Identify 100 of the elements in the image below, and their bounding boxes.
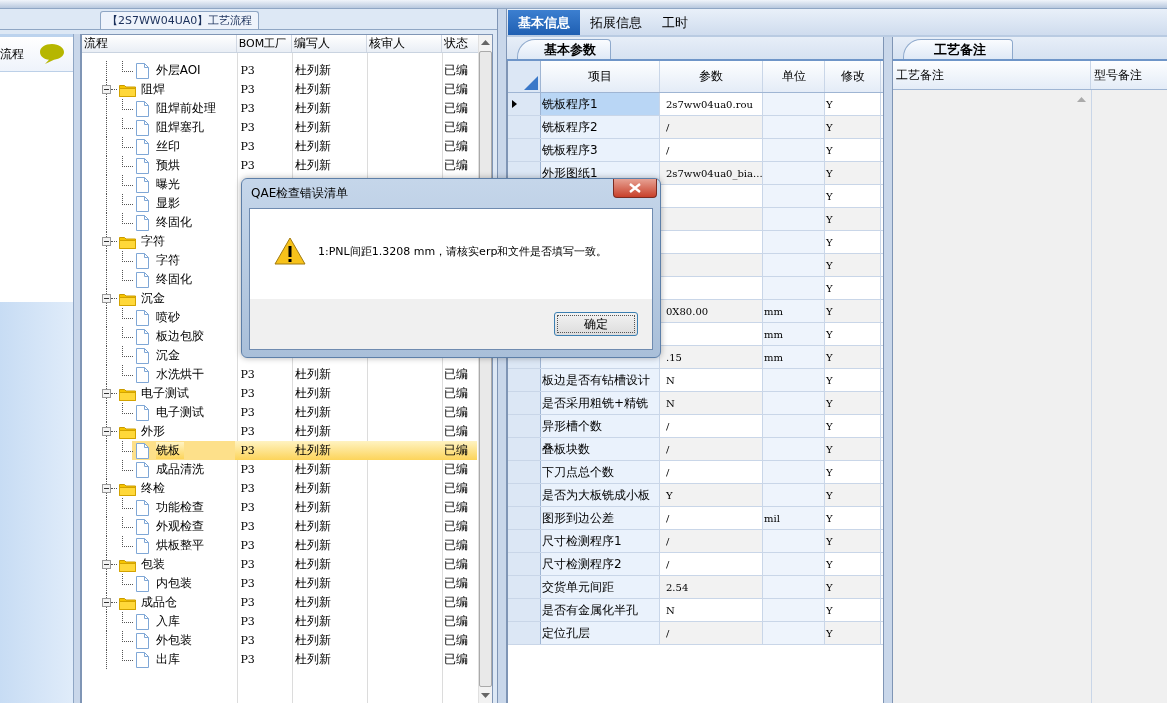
table-cell: 杜列新: [295, 633, 332, 647]
table-cell: Y: [825, 300, 881, 322]
table-cell: P3: [240, 463, 255, 476]
table-cell: 杜列新: [295, 462, 332, 476]
table-cell: Y: [825, 622, 881, 644]
table-cell: 已编: [443, 443, 468, 457]
table-cell: 图形到边公差: [541, 507, 660, 529]
table-cell: 杜列新: [295, 538, 332, 552]
table-cell: P3: [240, 425, 255, 438]
table-cell: Y: [825, 415, 881, 437]
table-cell: Y: [825, 277, 881, 299]
table-cell: Y: [825, 530, 881, 552]
table-cell: P3: [240, 406, 255, 419]
table-cell: 已编: [443, 652, 468, 666]
table-cell: 已编: [443, 538, 468, 552]
table-cell: P3: [240, 558, 255, 571]
table-cell: 杜列新: [295, 158, 332, 172]
table-cell: 铣板程序1: [541, 93, 660, 115]
table-cell: Y: [825, 254, 881, 276]
table-cell: 已编: [443, 576, 468, 590]
table-cell: 2.54: [660, 576, 763, 598]
table-cell: Y: [825, 162, 881, 184]
table-cell: 0X80.00: [660, 300, 763, 322]
table-cell: P3: [240, 539, 255, 552]
table-cell: 杜列新: [295, 386, 332, 400]
table-cell: 已编: [443, 633, 468, 647]
table-cell: Y: [825, 208, 881, 230]
table-cell: 已编: [443, 367, 468, 381]
table-cell: P3: [240, 520, 255, 533]
table-cell: P3: [240, 577, 255, 590]
table-cell: P3: [240, 615, 255, 628]
table-cell: 定位孔层: [541, 622, 660, 644]
table-cell: 已编: [443, 557, 468, 571]
table-cell: P3: [240, 482, 255, 495]
table-cell: /: [660, 530, 763, 552]
table-cell: .15: [660, 346, 763, 368]
table-cell: 杜列新: [295, 405, 332, 419]
table-cell: 铣板程序2: [541, 116, 660, 138]
table-cell: N: [660, 392, 763, 414]
table-cell: P3: [240, 64, 255, 77]
table-cell: 2s7ww04ua0_bia...: [660, 162, 763, 184]
table-cell: /: [660, 622, 763, 644]
table-cell: 已编: [443, 158, 468, 172]
table-cell: Y: [825, 484, 881, 506]
table-cell: P3: [240, 387, 255, 400]
table-cell: Y: [825, 461, 881, 483]
table-cell: P3: [240, 368, 255, 381]
table-cell: Y: [660, 484, 763, 506]
table-cell: 已编: [443, 63, 468, 77]
table-cell: Y: [825, 507, 881, 529]
table-cell: 杜列新: [295, 595, 332, 609]
table-cell: /: [660, 438, 763, 460]
table-cell: Y: [825, 599, 881, 621]
table-cell: 已编: [443, 101, 468, 115]
table-cell: 铣板程序3: [541, 139, 660, 161]
table-cell: 已编: [443, 120, 468, 134]
table-cell: 杜列新: [295, 443, 332, 457]
table-cell: 已编: [443, 82, 468, 96]
table-cell: P3: [240, 121, 255, 134]
table-cell: 已编: [443, 424, 468, 438]
table-cell: Y: [825, 116, 881, 138]
table-cell: 杜列新: [295, 614, 332, 628]
table-cell: 杜列新: [295, 101, 332, 115]
panel-label: 流程: [0, 45, 24, 63]
table-cell: P3: [240, 596, 255, 609]
table-cell: mm: [763, 300, 825, 322]
dialog-title: QAE检查错误清单: [250, 185, 349, 202]
table-cell: mm: [763, 346, 825, 368]
table-cell: 已编: [443, 614, 468, 628]
table-cell: mm: [763, 323, 825, 345]
table-cell: 已编: [443, 595, 468, 609]
table-cell: 杜列新: [295, 652, 332, 666]
table-cell: Y: [825, 346, 881, 368]
table-cell: 已编: [443, 386, 468, 400]
table-cell: 杜列新: [295, 481, 332, 495]
table-cell: Y: [825, 93, 881, 115]
table-cell: 已编: [443, 481, 468, 495]
table-cell: P3: [240, 102, 255, 115]
table-cell: 杜列新: [295, 576, 332, 590]
table-cell: 交货单元间距: [541, 576, 660, 598]
table-cell: P3: [240, 444, 255, 457]
table-cell: 已编: [443, 500, 468, 514]
table-cell: Y: [825, 438, 881, 460]
table-cell: P3: [240, 501, 255, 514]
table-cell: Y: [825, 231, 881, 253]
table-cell: 杜列新: [295, 82, 332, 96]
table-cell: 尺寸检测程序2: [541, 553, 660, 575]
table-cell: Y: [825, 185, 881, 207]
table-cell: /: [660, 116, 763, 138]
table-cell: 是否采用粗铣+精铣: [541, 392, 660, 414]
table-cell: Y: [825, 369, 881, 391]
table-cell: 杜列新: [295, 139, 332, 153]
table-cell: 杜列新: [295, 120, 332, 134]
table-cell: P3: [240, 634, 255, 647]
table-cell: 下刀点总个数: [541, 461, 660, 483]
table-cell: 板边是否有钻槽设计: [541, 369, 660, 391]
table-cell: 尺寸检测程序1: [541, 530, 660, 552]
error-message: 1:PNL间距1.3208 mm，请核实erp和文件是否填写一致。: [318, 243, 608, 259]
table-cell: 叠板块数: [541, 438, 660, 460]
table-cell: P3: [240, 159, 255, 172]
